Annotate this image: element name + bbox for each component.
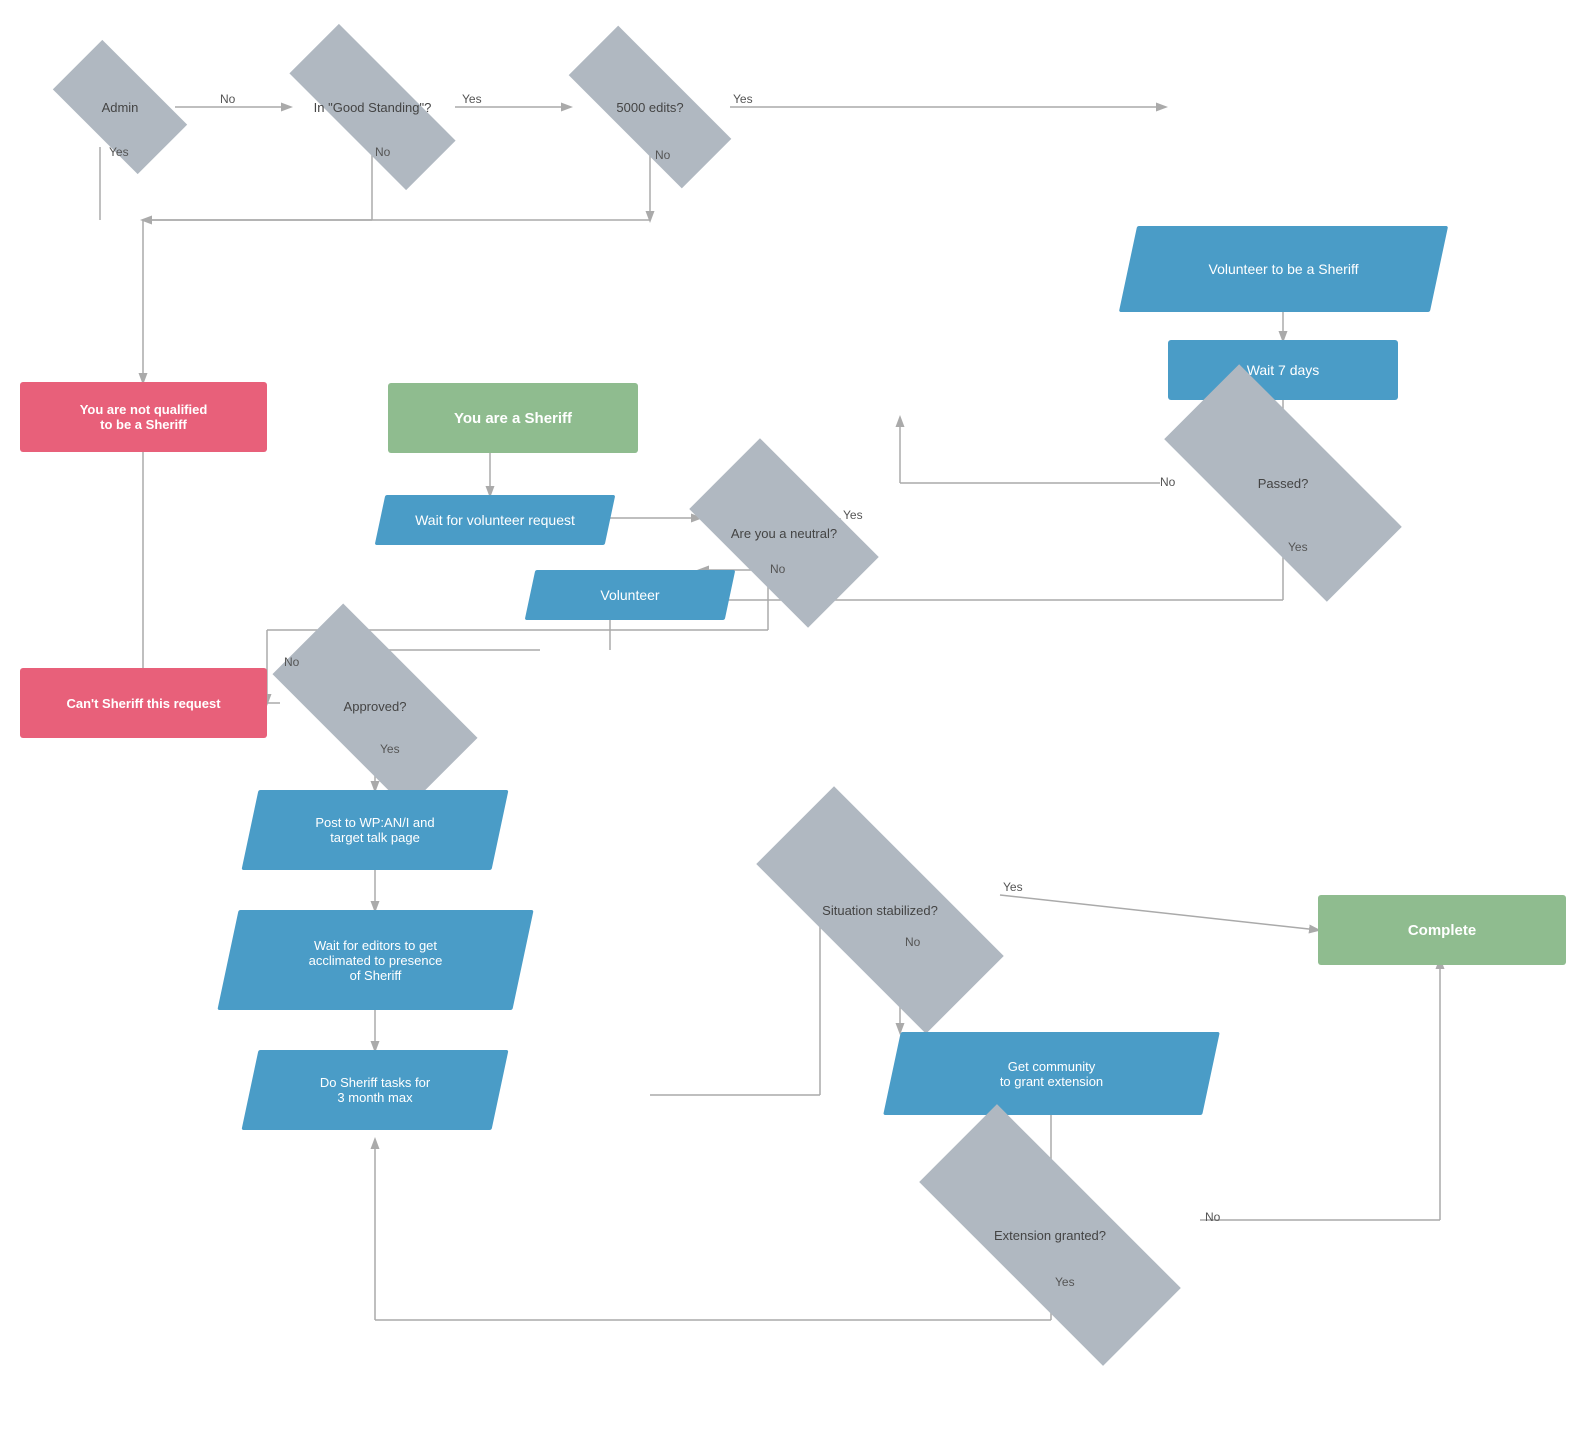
volunteer-node: Volunteer [525, 570, 736, 620]
wait-editors-label: Wait for editors to get acclimated to pr… [309, 938, 443, 983]
label-good-standing-no: No [375, 145, 390, 159]
wait-editors-node: Wait for editors to get acclimated to pr… [217, 910, 533, 1010]
admin-diamond: Admin [60, 72, 180, 142]
complete-node: Complete [1318, 895, 1566, 965]
extension-diamond: Extension granted? [920, 1180, 1180, 1290]
label-approved-no: No [284, 655, 299, 669]
passed-diamond: Passed? [1168, 430, 1398, 536]
situation-diamond: Situation stabilized? [760, 855, 1000, 965]
label-passed-no: No [1160, 475, 1175, 489]
good-standing-diamond: In "Good Standing"? [290, 72, 455, 142]
label-situation-no: No [905, 935, 920, 949]
label-edits-no: No [655, 148, 670, 162]
label-neutral-no: No [770, 562, 785, 576]
post-wp-inner: Post to WP:AN/I and target talk page [250, 790, 500, 870]
do-sheriff-node: Do Sheriff tasks for 3 month max [241, 1050, 508, 1130]
volunteer-label: Volunteer [600, 587, 659, 603]
label-neutral-yes: Yes [843, 508, 863, 522]
wait-editors-inner: Wait for editors to get acclimated to pr… [228, 910, 523, 1010]
volunteer-sheriff-inner: Volunteer to be a Sheriff [1128, 226, 1439, 312]
do-sheriff-inner: Do Sheriff tasks for 3 month max [250, 1050, 500, 1130]
wait7days-node: Wait 7 days [1168, 340, 1398, 400]
get-community-node: Get community to grant extension [883, 1032, 1220, 1115]
cant-sheriff-node: Can't Sheriff this request [20, 668, 267, 738]
cant-sheriff-label: Can't Sheriff this request [66, 696, 220, 711]
wait-volunteer-node: Wait for volunteer request [375, 495, 616, 545]
situation-label: Situation stabilized? [822, 903, 938, 918]
wait7days-label: Wait 7 days [1247, 362, 1320, 378]
admin-label: Admin [102, 100, 139, 115]
label-admin-no: No [220, 92, 235, 106]
flowchart: Admin In "Good Standing"? 5000 edits? Vo… [0, 0, 1578, 1434]
wait-volunteer-inner: Wait for volunteer request [380, 495, 610, 545]
passed-label: Passed? [1258, 476, 1309, 491]
approved-diamond: Approved? [280, 656, 470, 756]
volunteer-inner: Volunteer [530, 570, 730, 620]
not-qualified-label: You are not qualified to be a Sheriff [80, 402, 208, 432]
not-qualified-node: You are not qualified to be a Sheriff [20, 382, 267, 452]
label-passed-yes: Yes [1288, 540, 1308, 554]
post-wp-node: Post to WP:AN/I and target talk page [241, 790, 508, 870]
approved-label: Approved? [344, 699, 407, 714]
complete-label: Complete [1408, 922, 1476, 939]
get-community-inner: Get community to grant extension [892, 1032, 1211, 1115]
label-edits-yes: Yes [733, 92, 753, 106]
post-wp-label: Post to WP:AN/I and target talk page [315, 815, 434, 845]
edits-diamond: 5000 edits? [570, 72, 730, 142]
volunteer-sheriff-label: Volunteer to be a Sheriff [1209, 261, 1359, 277]
label-situation-yes: Yes [1003, 880, 1023, 894]
volunteer-sheriff-node: Volunteer to be a Sheriff [1119, 226, 1448, 312]
label-good-standing-yes: Yes [462, 92, 482, 106]
you-are-sheriff-label: You are a Sheriff [454, 410, 572, 427]
neutral-label: Are you a neutral? [731, 526, 837, 541]
label-admin-yes: Yes [109, 145, 129, 159]
label-extension-no: No [1205, 1210, 1220, 1224]
extension-label: Extension granted? [994, 1228, 1106, 1243]
do-sheriff-label: Do Sheriff tasks for 3 month max [320, 1075, 430, 1105]
good-standing-label: In "Good Standing"? [314, 100, 432, 115]
label-approved-yes: Yes [380, 742, 400, 756]
label-extension-yes: Yes [1055, 1275, 1075, 1289]
edits-label: 5000 edits? [616, 100, 683, 115]
get-community-label: Get community to grant extension [1000, 1059, 1103, 1089]
you-are-sheriff-node: You are a Sheriff [388, 383, 638, 453]
wait-volunteer-label: Wait for volunteer request [415, 512, 575, 528]
